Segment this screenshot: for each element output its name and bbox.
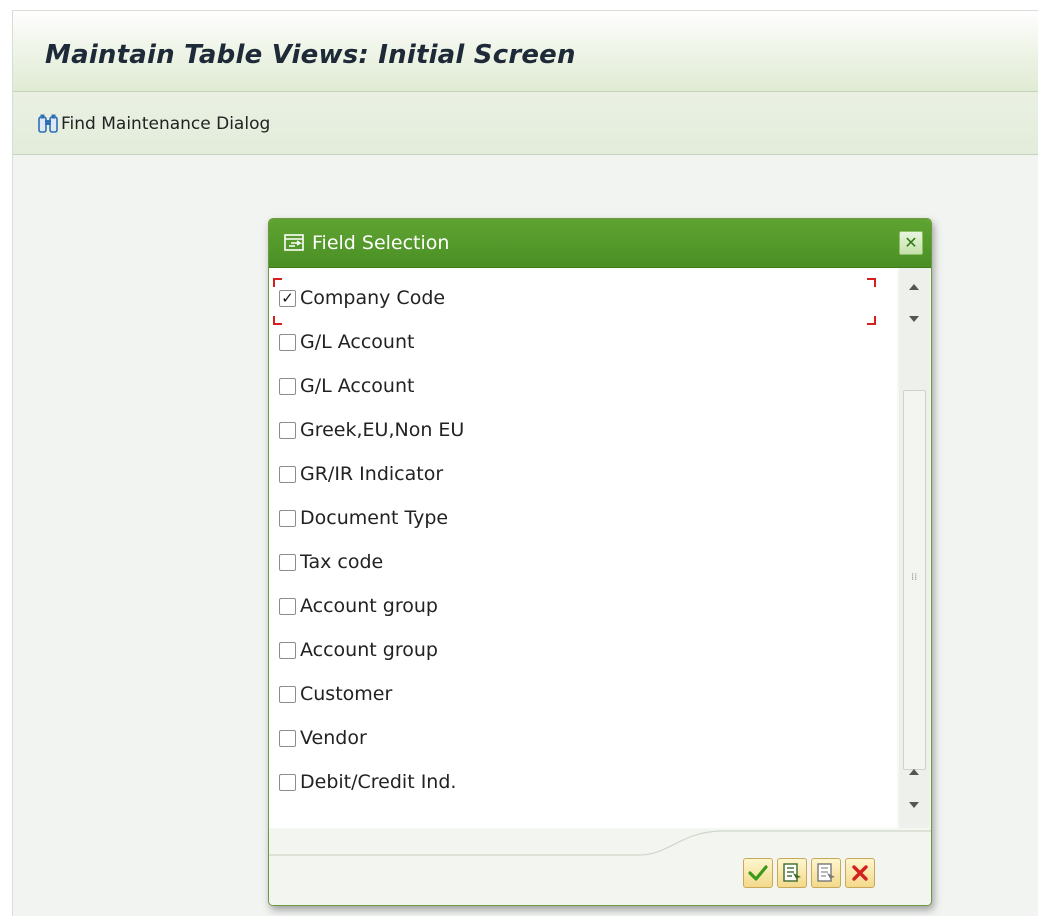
- field-label: Vendor: [300, 727, 367, 749]
- checkmark-icon: [748, 865, 768, 881]
- list-item[interactable]: G/L Account: [279, 368, 414, 404]
- scroll-down-button[interactable]: [905, 794, 923, 816]
- dialog-title-text: Field Selection: [312, 232, 450, 254]
- footer-divider: [269, 830, 931, 856]
- field-label: GR/IR Indicator: [300, 463, 444, 485]
- deselect-all-button[interactable]: [811, 858, 841, 888]
- scroll-up-button[interactable]: [905, 762, 923, 784]
- scrollbar-thumb[interactable]: ⁞⁞: [903, 390, 926, 770]
- field-selection-dialog: Field Selection ✕ ✓ Company Code G/L Acc…: [268, 218, 932, 906]
- checkbox[interactable]: [279, 553, 296, 571]
- field-label: Tax code: [300, 551, 384, 573]
- list-item[interactable]: Greek,EU,Non EU: [279, 412, 464, 448]
- find-maintenance-dialog-button[interactable]: Find Maintenance Dialog: [37, 112, 270, 136]
- page-title: Maintain Table Views: Initial Screen: [45, 40, 576, 70]
- field-label: Document Type: [300, 507, 449, 529]
- dialog-footer: [269, 829, 931, 905]
- focus-corner: [867, 316, 876, 325]
- dialog-header: Field Selection ✕: [269, 219, 931, 268]
- cancel-button[interactable]: [845, 858, 875, 888]
- arrow-up-icon: [909, 284, 919, 290]
- checkbox[interactable]: [279, 377, 296, 395]
- list-item[interactable]: Debit/Credit Ind.: [279, 764, 456, 800]
- checkbox[interactable]: [279, 465, 296, 483]
- checkbox[interactable]: [279, 685, 296, 703]
- application-toolbar: Find Maintenance Dialog: [13, 92, 1038, 155]
- binoculars-icon: [38, 114, 58, 133]
- arrow-down-icon: [909, 802, 919, 808]
- list-item[interactable]: G/L Account: [279, 324, 414, 360]
- checkbox[interactable]: [279, 597, 296, 615]
- checkbox[interactable]: [279, 773, 296, 791]
- list-item[interactable]: Account group: [279, 632, 438, 668]
- field-label: Debit/Credit Ind.: [300, 771, 457, 793]
- checkbox[interactable]: [279, 421, 296, 439]
- field-label: G/L Account: [300, 331, 415, 353]
- select-all-button[interactable]: [777, 858, 807, 888]
- field-label: Account group: [300, 595, 438, 617]
- arrow-down-icon: [909, 316, 919, 322]
- list-item[interactable]: Tax code: [279, 544, 383, 580]
- confirm-button[interactable]: [743, 858, 773, 888]
- checkbox[interactable]: [279, 333, 296, 351]
- scroll-down-button[interactable]: [905, 308, 923, 330]
- title-bar: Maintain Table Views: Initial Screen: [13, 11, 1038, 92]
- field-label: Customer: [300, 683, 393, 705]
- list-item[interactable]: Customer: [279, 676, 392, 712]
- deselect-all-icon: [817, 863, 835, 882]
- checkbox[interactable]: [279, 641, 296, 659]
- cancel-icon: [852, 865, 868, 881]
- list-item[interactable]: GR/IR Indicator: [279, 456, 443, 492]
- grip-icon: ⁞⁞: [911, 572, 918, 583]
- field-selection-icon: [284, 234, 304, 251]
- checkbox[interactable]: [279, 509, 296, 527]
- dialog-title: Field Selection: [283, 232, 449, 254]
- list-item[interactable]: Vendor: [279, 720, 367, 756]
- vertical-scrollbar[interactable]: ⁞⁞: [899, 268, 930, 828]
- find-maintenance-dialog-label: Find Maintenance Dialog: [61, 114, 271, 134]
- list-item[interactable]: Account group: [279, 588, 438, 624]
- scroll-up-button[interactable]: [905, 277, 923, 299]
- field-label: Account group: [300, 639, 438, 661]
- close-icon[interactable]: ✕: [899, 231, 923, 255]
- field-list: ✓ Company Code G/L Account G/L Account G…: [269, 268, 897, 828]
- field-label: Greek,EU,Non EU: [300, 419, 465, 441]
- checkbox[interactable]: [279, 729, 296, 747]
- field-label: Company Code: [300, 287, 446, 309]
- field-label: G/L Account: [300, 375, 415, 397]
- checkbox[interactable]: ✓: [279, 289, 296, 307]
- list-item[interactable]: Document Type: [279, 500, 448, 536]
- select-all-icon: [783, 863, 801, 882]
- focus-corner: [867, 278, 876, 287]
- arrow-up-icon: [909, 769, 919, 775]
- list-item[interactable]: ✓ Company Code: [279, 280, 445, 316]
